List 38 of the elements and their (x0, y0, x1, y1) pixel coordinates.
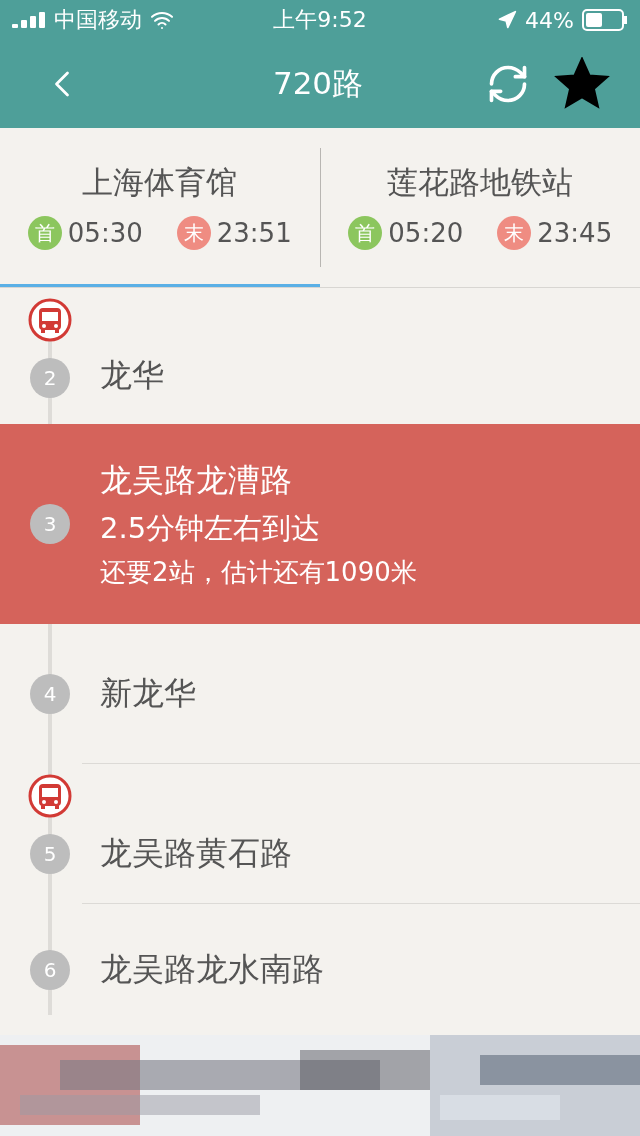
direction-tab[interactable]: 上海体育馆 首 05:30 末 23:51 (0, 128, 320, 287)
arrival-info: 还要2站，估计还有1090米 (100, 555, 417, 589)
battery-icon (582, 9, 628, 31)
stop-name: 龙吴路龙漕路 (100, 459, 293, 501)
star-icon (554, 57, 610, 111)
clock-time: 上午9:52 (273, 6, 367, 34)
stop-name: 新龙华 (100, 673, 196, 714)
stop-name: 龙华 (100, 355, 164, 396)
location-icon (497, 10, 518, 30)
terminal-name: 上海体育馆 (82, 163, 238, 202)
stop-row[interactable]: 4 新龙华 (0, 624, 640, 764)
stop-row[interactable]: 6 龙吴路龙水南路 (0, 904, 640, 1035)
stop-row[interactable]: 2 龙华 (0, 288, 640, 424)
first-bus-time: 05:30 (67, 218, 143, 248)
first-bus-tag: 首 (27, 216, 62, 250)
last-bus-time: 23:45 (537, 218, 613, 248)
first-bus-tag: 首 (348, 216, 383, 250)
last-bus-time: 23:51 (216, 218, 292, 248)
terminal-name: 莲花路地铁站 (387, 163, 574, 202)
stop-row[interactable]: 5 龙吴路黄石路 (0, 764, 640, 904)
signal-icon (12, 12, 46, 28)
last-bus-tag: 末 (497, 216, 532, 250)
carrier-name: 中国移动 (54, 6, 142, 34)
stop-number: 6 (30, 949, 70, 990)
last-bus-tag: 末 (176, 216, 211, 250)
battery-percent: 44% (525, 7, 574, 33)
route-title: 720路 (271, 64, 365, 103)
first-bus-time: 05:20 (388, 218, 464, 248)
highlighted-stop-row[interactable]: 3 龙吴路龙漕路 2.5分钟左右到达 还要2站，估计还有1090米 (0, 424, 640, 624)
arrival-info: 2.5分钟左右到达 (100, 509, 322, 547)
stop-number: 3 (30, 504, 70, 544)
stop-number: 4 (30, 674, 70, 714)
stop-name: 龙吴路黄石路 (100, 833, 292, 874)
stop-number: 5 (30, 834, 70, 874)
stop-number: 2 (30, 358, 70, 398)
stop-name: 龙吴路龙水南路 (100, 948, 324, 990)
direction-tab[interactable]: 莲花路地铁站 首 05:20 末 23:45 (320, 128, 640, 287)
favorite-button[interactable] (554, 57, 610, 111)
